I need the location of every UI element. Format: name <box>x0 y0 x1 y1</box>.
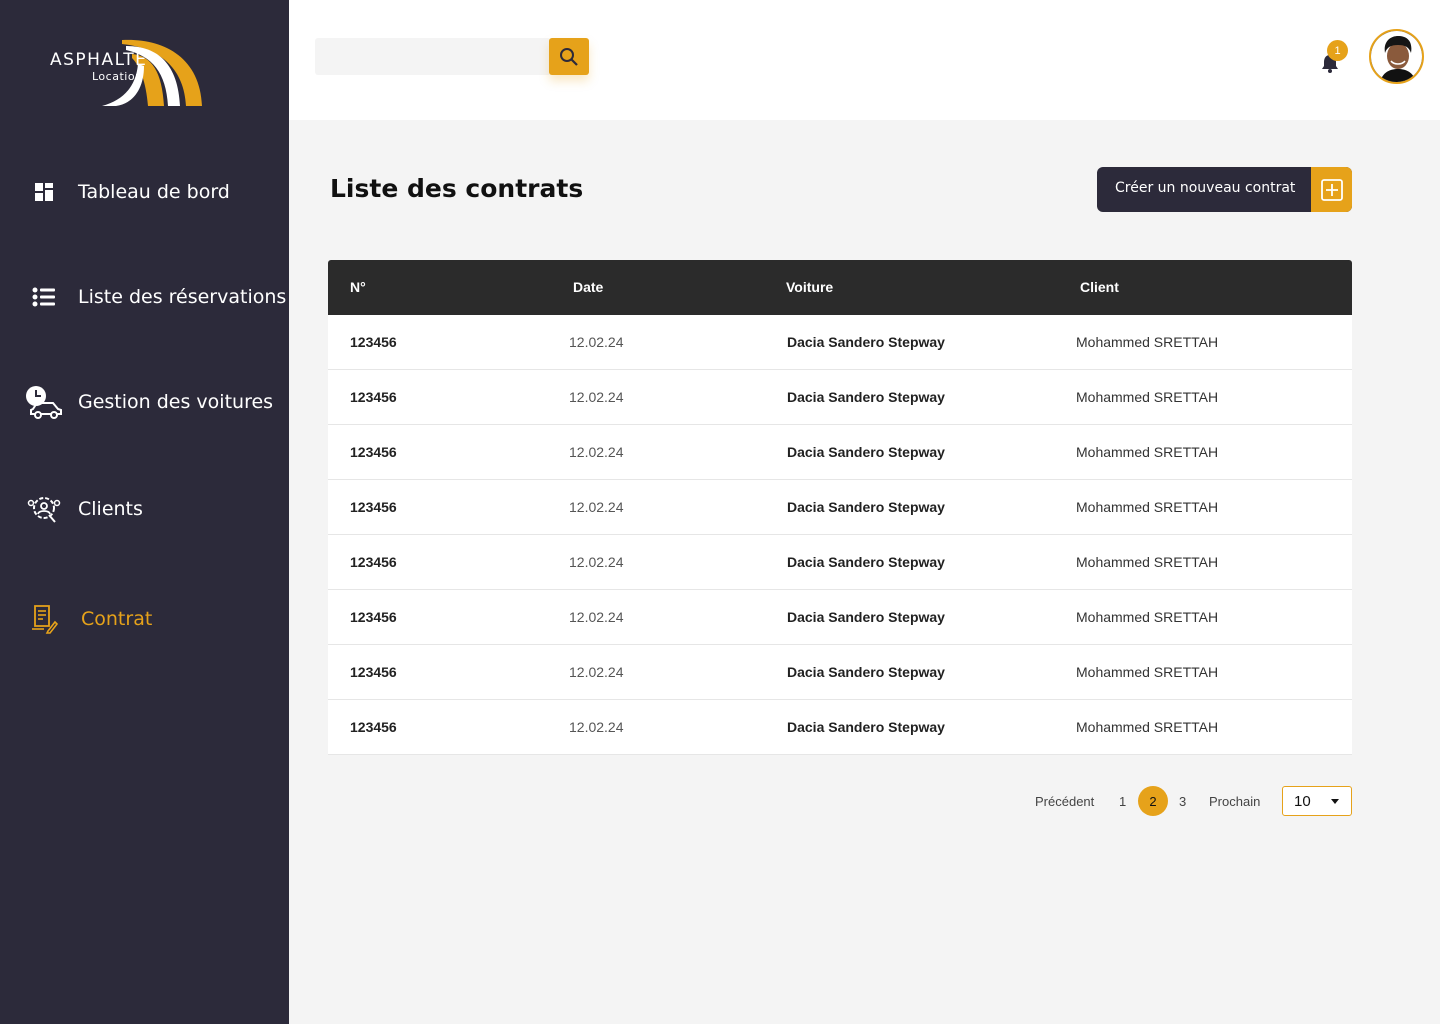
sidebar-item-reservations[interactable]: Liste des réservations <box>0 272 289 322</box>
cell-client: Mohammed SRETTAH <box>1076 444 1219 460</box>
pagination-page-3[interactable]: 3 <box>1179 794 1186 809</box>
create-contract-label: Créer un nouveau contrat <box>1115 180 1296 196</box>
per-page-value: 10 <box>1294 793 1311 810</box>
table-row[interactable]: 123456 12.02.24 Dacia Sandero Stepway Moham… <box>328 645 1352 700</box>
column-header-number[interactable]: N° <box>350 279 366 295</box>
dashboard-icon <box>24 172 64 212</box>
search-input[interactable] <box>315 38 547 75</box>
pagination-page-2-current[interactable]: 2 <box>1138 786 1168 816</box>
caret-down-icon <box>1331 799 1339 804</box>
table-row[interactable]: 123456 12.02.24 Dacia Sandero Stepway Moham… <box>328 535 1352 590</box>
user-avatar-icon <box>1371 31 1422 82</box>
sidebar-item-label: Tableau de bord <box>78 181 230 203</box>
cell-car: Dacia Sandero Stepway <box>787 609 945 625</box>
column-header-car[interactable]: Voiture <box>786 279 833 295</box>
pagination-next[interactable]: Prochain <box>1209 794 1260 809</box>
cell-client: Mohammed SRETTAH <box>1076 609 1219 625</box>
plus-square-icon <box>1311 167 1352 212</box>
pagination-previous[interactable]: Précédent <box>1035 794 1094 809</box>
cell-car: Dacia Sandero Stepway <box>787 444 945 460</box>
cell-date: 12.02.24 <box>569 609 624 625</box>
table-row[interactable]: 123456 12.02.24 Dacia Sandero Stepway Moham… <box>328 590 1352 645</box>
page-title: Liste des contrats <box>330 174 584 203</box>
column-header-date[interactable]: Date <box>573 279 603 295</box>
sidebar-item-label: Clients <box>78 498 143 520</box>
table-row[interactable]: 123456 12.02.24 Dacia Sandero Stepway Moham… <box>328 315 1352 370</box>
sidebar-item-label: Contrat <box>81 608 153 630</box>
cell-number: 123456 <box>350 499 397 515</box>
car-clock-icon <box>24 382 64 422</box>
brand-subtitle: Location <box>92 70 143 83</box>
sidebar-item-dashboard[interactable]: Tableau de bord <box>0 167 289 217</box>
cell-client: Mohammed SRETTAH <box>1076 499 1219 515</box>
cell-car: Dacia Sandero Stepway <box>787 499 945 515</box>
sidebar-item-contract[interactable]: Contrat <box>0 594 289 644</box>
per-page-select[interactable]: 10 <box>1282 786 1352 816</box>
cell-car: Dacia Sandero Stepway <box>787 389 945 405</box>
clients-gear-icon <box>24 489 64 529</box>
sidebar-item-label: Gestion des voitures <box>78 391 274 413</box>
cell-car: Dacia Sandero Stepway <box>787 334 945 350</box>
cell-date: 12.02.24 <box>569 444 624 460</box>
cell-date: 12.02.24 <box>569 719 624 735</box>
cell-number: 123456 <box>350 444 397 460</box>
list-icon <box>24 277 64 317</box>
cell-client: Mohammed SRETTAH <box>1076 334 1219 350</box>
cell-car: Dacia Sandero Stepway <box>787 664 945 680</box>
search-icon <box>560 47 578 66</box>
table-row[interactable]: 123456 12.02.24 Dacia Sandero Stepway Moham… <box>328 425 1352 480</box>
sidebar-item-cars[interactable]: Gestion des voitures <box>0 377 289 427</box>
cell-number: 123456 <box>350 609 397 625</box>
search-field[interactable] <box>315 38 551 75</box>
column-header-client[interactable]: Client <box>1080 279 1119 295</box>
pagination-page-1[interactable]: 1 <box>1119 794 1126 809</box>
table-row[interactable]: 123456 12.02.24 Dacia Sandero Stepway Moham… <box>328 370 1352 425</box>
cell-number: 123456 <box>350 664 397 680</box>
table-header: N° Date Voiture Client <box>328 260 1352 315</box>
notification-badge: 1 <box>1327 40 1348 61</box>
cell-car: Dacia Sandero Stepway <box>787 554 945 570</box>
cell-number: 123456 <box>350 389 397 405</box>
sidebar: ASPHALTE Location Tableau de bord Liste … <box>0 0 289 1024</box>
avatar[interactable] <box>1369 29 1424 84</box>
cell-number: 123456 <box>350 554 397 570</box>
cell-date: 12.02.24 <box>569 334 624 350</box>
contracts-table: N° Date Voiture Client 123456 12.02.24 Dac… <box>328 260 1352 755</box>
cell-client: Mohammed SRETTAH <box>1076 554 1219 570</box>
contract-icon <box>24 599 64 639</box>
sidebar-item-label: Liste des réservations <box>78 286 287 308</box>
table-body: 123456 12.02.24 Dacia Sandero Stepway Moham… <box>328 315 1352 755</box>
brand-logo[interactable]: ASPHALTE Location <box>48 34 208 110</box>
table-row[interactable]: 123456 12.02.24 Dacia Sandero Stepway Moham… <box>328 700 1352 755</box>
cell-client: Mohammed SRETTAH <box>1076 389 1219 405</box>
cell-date: 12.02.24 <box>569 499 624 515</box>
create-contract-button[interactable]: Créer un nouveau contrat <box>1097 167 1352 212</box>
cell-number: 123456 <box>350 719 397 735</box>
brand-name: ASPHALTE <box>50 50 148 70</box>
cell-number: 123456 <box>350 334 397 350</box>
table-row[interactable]: 123456 12.02.24 Dacia Sandero Stepway Moham… <box>328 480 1352 535</box>
cell-date: 12.02.24 <box>569 664 624 680</box>
cell-client: Mohammed SRETTAH <box>1076 719 1219 735</box>
cell-client: Mohammed SRETTAH <box>1076 664 1219 680</box>
top-header: 1 <box>289 0 1440 120</box>
cell-date: 12.02.24 <box>569 554 624 570</box>
sidebar-item-clients[interactable]: Clients <box>0 484 289 534</box>
cell-date: 12.02.24 <box>569 389 624 405</box>
search-button[interactable] <box>549 38 589 75</box>
cell-car: Dacia Sandero Stepway <box>787 719 945 735</box>
